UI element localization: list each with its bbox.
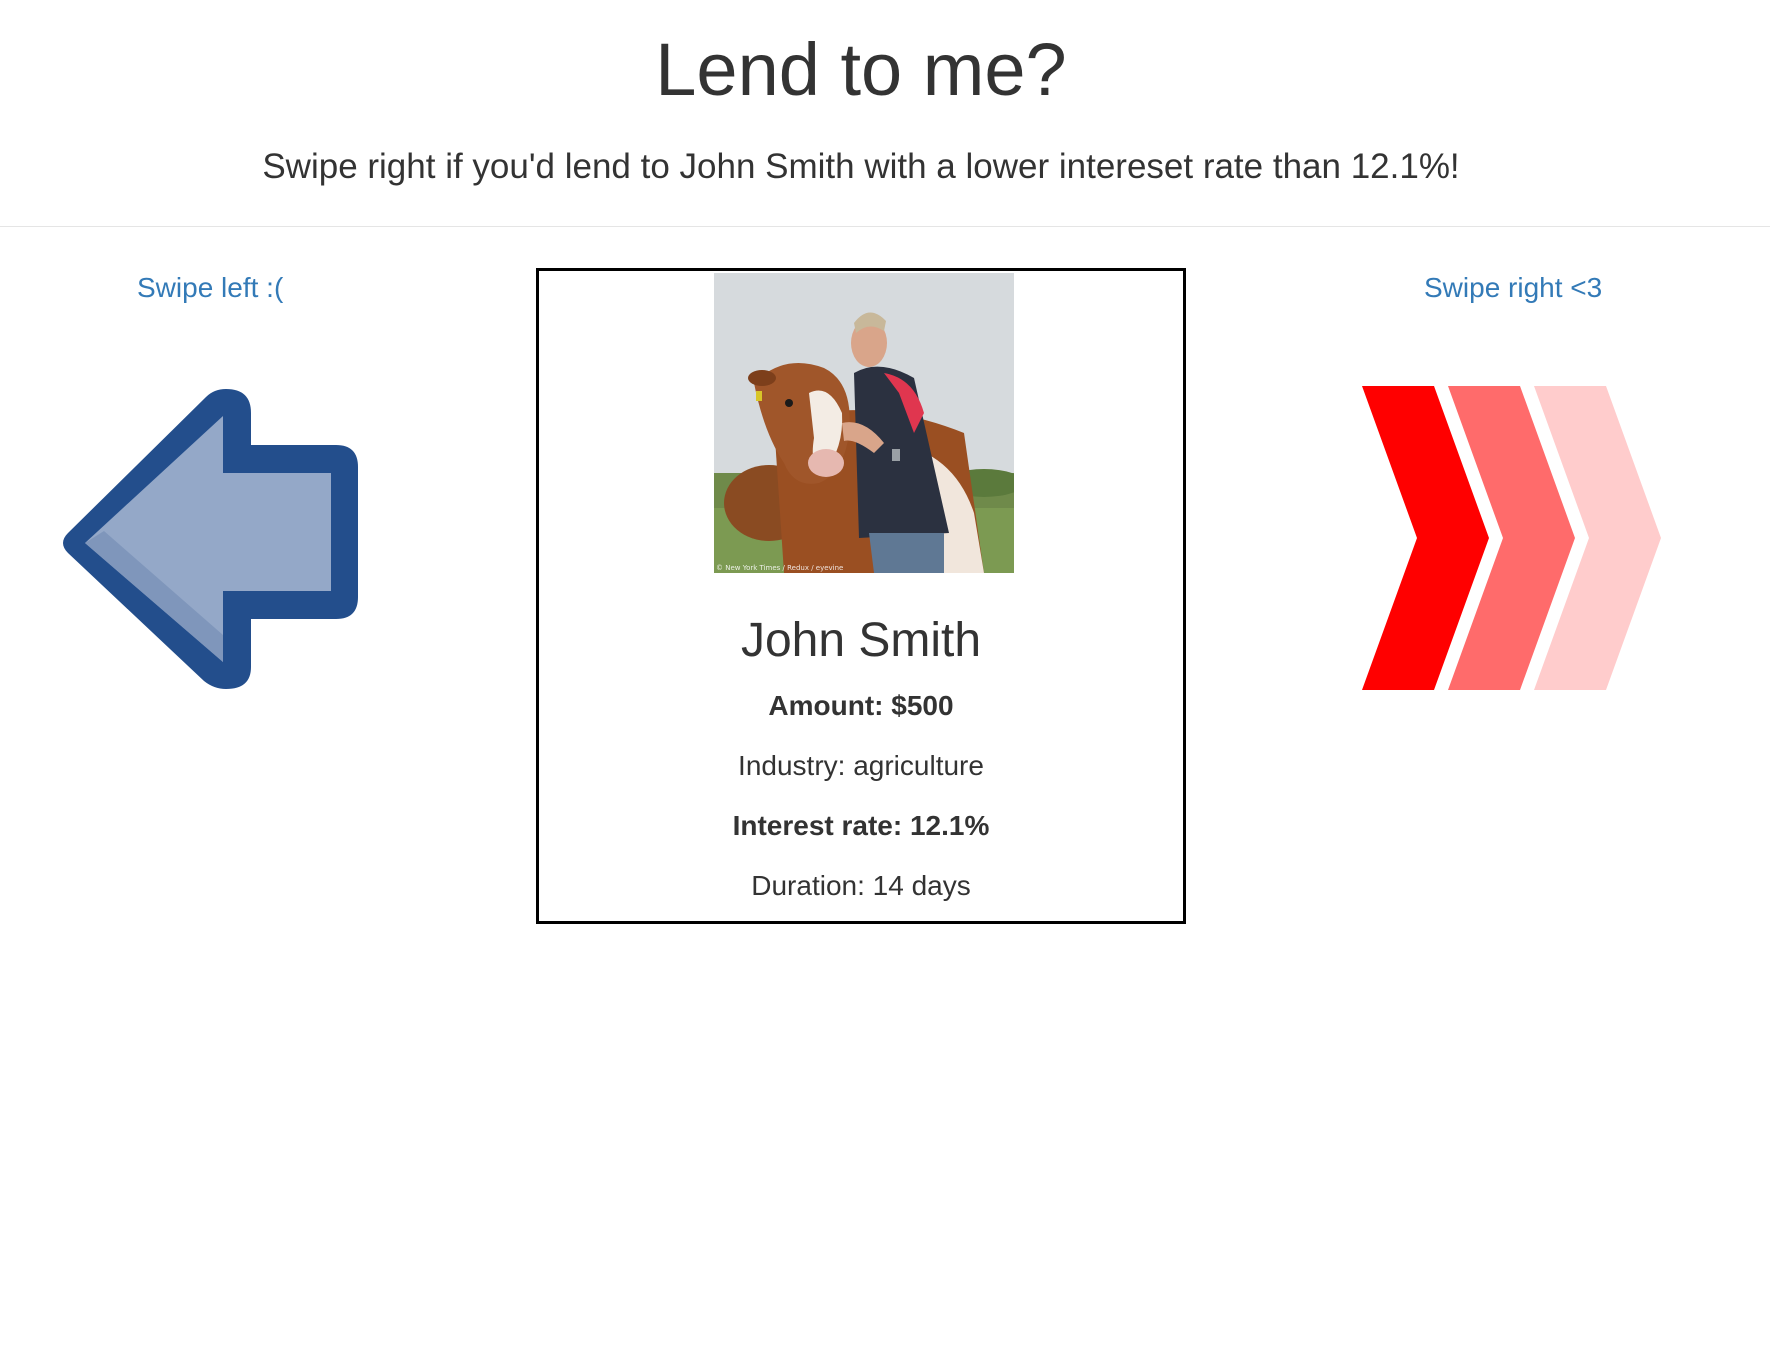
borrower-photo: © New York Times / Redux / eyevine	[714, 273, 1014, 573]
swipe-left-link[interactable]: Swipe left :(	[137, 270, 283, 306]
borrower-name: John Smith	[740, 614, 982, 667]
swipe-right-button[interactable]	[1362, 386, 1672, 690]
interest-rate: Interest rate: 12.1%	[732, 810, 990, 841]
borrower-card[interactable]: © New York Times / Redux / eyevine John …	[536, 268, 1186, 924]
swipe-left-button[interactable]	[56, 385, 366, 695]
loan-amount: Amount: $500	[768, 690, 954, 721]
page-header: Lend to me? Swipe right if you'd lend to…	[0, 0, 1770, 227]
left-arrow-icon	[63, 389, 358, 689]
page-subtitle: Swipe right if you'd lend to John Smith …	[262, 147, 1460, 186]
loan-duration: Duration: 14 days	[751, 870, 971, 901]
borrower-industry: Industry: agriculture	[738, 750, 984, 781]
triple-chevron-right-icon	[1362, 386, 1661, 690]
page-title: Lend to me?	[655, 28, 1067, 111]
photo-caption: © New York Times / Redux / eyevine	[716, 564, 844, 572]
swipe-right-link[interactable]: Swipe right <3	[1424, 270, 1602, 306]
farmer-with-cow-image	[714, 273, 1014, 573]
